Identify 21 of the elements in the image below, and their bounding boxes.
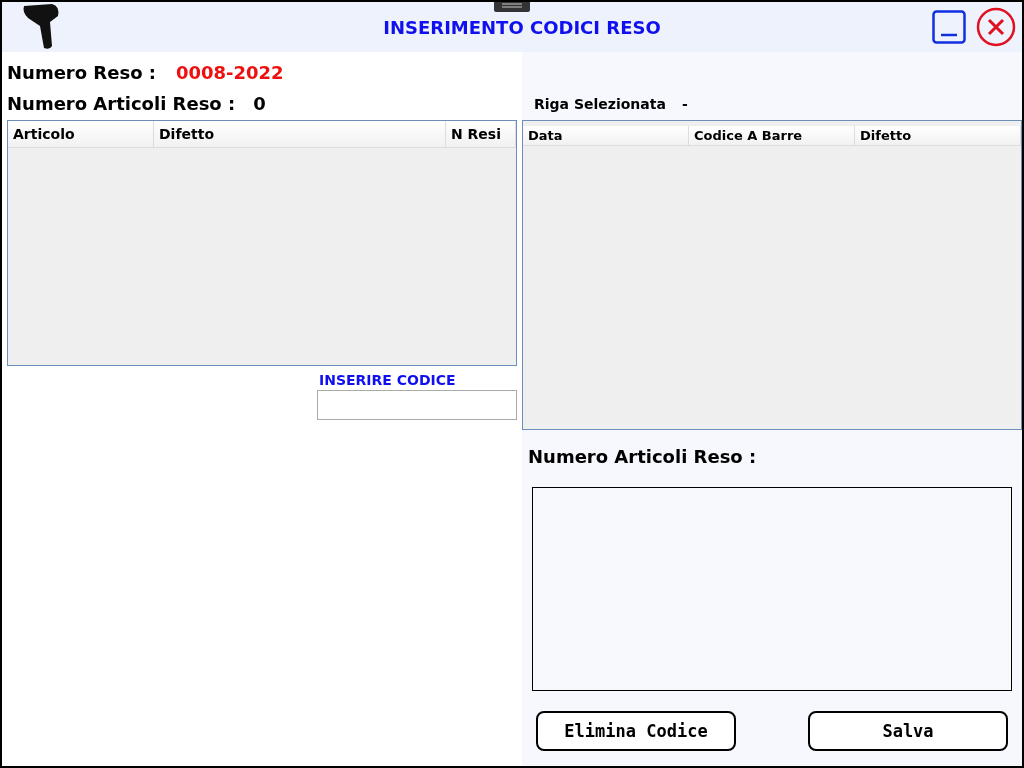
- action-button[interactable]: Elimina Codice: [536, 711, 736, 751]
- column-header[interactable]: Difetto: [154, 121, 446, 147]
- field-label: INSERIRE CODICE: [319, 372, 457, 388]
- numero-articoli-value: 0: [253, 93, 266, 114]
- drag-handle-icon[interactable]: [494, 2, 530, 12]
- articoli-reso-label: Numero Articoli Reso :: [528, 446, 758, 467]
- column-header[interactable]: N Resi: [446, 121, 516, 147]
- numero-articoli-label: Numero Articoli Reso :: [7, 93, 236, 114]
- code-input-field[interactable]: [317, 390, 517, 420]
- numero-reso-label: Numero Reso :: [7, 62, 156, 83]
- numero-reso-value: 0008-2022: [175, 62, 284, 83]
- column-header[interactable]: Codice A Barre: [689, 126, 855, 145]
- minimize-icon[interactable]: [932, 10, 966, 44]
- riga-selezionata-label: Riga Selezionata: [534, 96, 666, 112]
- close-icon[interactable]: [976, 7, 1016, 47]
- column-header[interactable]: Data: [523, 126, 689, 145]
- riga-selezionata-value: -: [681, 96, 688, 112]
- window-title: INSERIMENTO CODICI RESO: [382, 16, 662, 38]
- column-header[interactable]: Articolo: [8, 121, 154, 147]
- action-button[interactable]: Salva: [808, 711, 1008, 751]
- column-header[interactable]: Difetto: [855, 126, 1021, 145]
